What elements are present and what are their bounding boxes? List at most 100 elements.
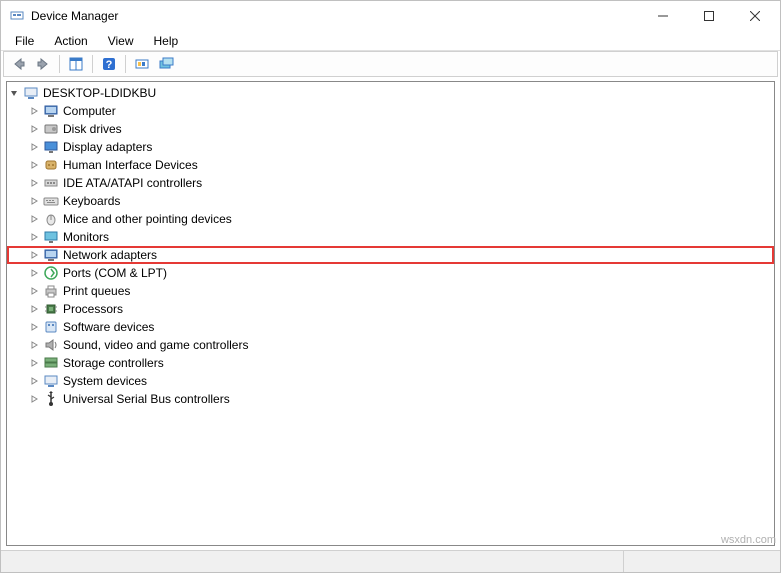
scan-hardware-button[interactable] bbox=[131, 53, 153, 75]
tree-item[interactable]: Display adapters bbox=[7, 138, 774, 156]
tree-item-label: Mice and other pointing devices bbox=[63, 212, 232, 226]
mouse-icon bbox=[43, 211, 59, 227]
chevron-down-icon[interactable] bbox=[7, 86, 21, 100]
tree-item-label: Network adapters bbox=[63, 248, 157, 262]
chevron-right-icon[interactable] bbox=[27, 140, 41, 154]
watermark-text: wsxdn.com bbox=[721, 534, 776, 546]
menu-action[interactable]: Action bbox=[44, 32, 97, 50]
chevron-right-icon[interactable] bbox=[27, 392, 41, 406]
tree-item[interactable]: Storage controllers bbox=[7, 354, 774, 372]
tree-item[interactable]: Mice and other pointing devices bbox=[7, 210, 774, 228]
chevron-right-icon[interactable] bbox=[27, 104, 41, 118]
tree-item-label: Computer bbox=[63, 104, 116, 118]
chevron-right-icon[interactable] bbox=[27, 122, 41, 136]
tree-item-label: Sound, video and game controllers bbox=[63, 338, 248, 352]
status-cell-left bbox=[1, 551, 624, 572]
show-hidden-button[interactable] bbox=[155, 53, 177, 75]
toolbar-separator bbox=[59, 55, 60, 73]
chevron-right-icon[interactable] bbox=[27, 194, 41, 208]
tree-item[interactable]: Network adapters bbox=[7, 246, 774, 264]
tree-item[interactable]: Sound, video and game controllers bbox=[7, 336, 774, 354]
network-icon bbox=[43, 247, 59, 263]
system-icon bbox=[43, 373, 59, 389]
chevron-right-icon[interactable] bbox=[27, 374, 41, 388]
svg-text:?: ? bbox=[106, 59, 113, 71]
chevron-right-icon[interactable] bbox=[27, 212, 41, 226]
minimize-button[interactable] bbox=[640, 1, 686, 31]
cpu-icon bbox=[43, 301, 59, 317]
display-icon bbox=[43, 139, 59, 155]
help-button[interactable]: ? bbox=[98, 53, 120, 75]
menu-help[interactable]: Help bbox=[144, 32, 189, 50]
chevron-right-icon[interactable] bbox=[27, 248, 41, 262]
window-title: Device Manager bbox=[31, 9, 640, 23]
ide-icon bbox=[43, 175, 59, 191]
sound-icon bbox=[43, 337, 59, 353]
disk-icon bbox=[43, 121, 59, 137]
software-icon bbox=[43, 319, 59, 335]
chevron-right-icon[interactable] bbox=[27, 158, 41, 172]
menu-view[interactable]: View bbox=[98, 32, 144, 50]
tree-item-label: Disk drives bbox=[63, 122, 122, 136]
tree-item-label: Display adapters bbox=[63, 140, 152, 154]
tree-item[interactable]: Disk drives bbox=[7, 120, 774, 138]
toolbar-separator bbox=[125, 55, 126, 73]
chevron-right-icon[interactable] bbox=[27, 176, 41, 190]
tree-item-label: Keyboards bbox=[63, 194, 120, 208]
device-tree[interactable]: DESKTOP-LDIDKBU Computer Disk drives Displ… bbox=[6, 81, 775, 546]
chevron-right-icon[interactable] bbox=[27, 356, 41, 370]
back-button[interactable] bbox=[8, 53, 30, 75]
tree-item-label: Processors bbox=[63, 302, 123, 316]
hid-icon bbox=[43, 157, 59, 173]
tree-item-label: Ports (COM & LPT) bbox=[63, 266, 167, 280]
tree-item[interactable]: Ports (COM & LPT) bbox=[7, 264, 774, 282]
maximize-button[interactable] bbox=[686, 1, 732, 31]
device-manager-icon bbox=[9, 8, 25, 24]
close-button[interactable] bbox=[732, 1, 778, 31]
printer-icon bbox=[43, 283, 59, 299]
tree-root[interactable]: DESKTOP-LDIDKBU bbox=[7, 84, 774, 102]
monitor-icon bbox=[43, 229, 59, 245]
tree-item[interactable]: System devices bbox=[7, 372, 774, 390]
tree-item[interactable]: Keyboards bbox=[7, 192, 774, 210]
tree-item-label: Print queues bbox=[63, 284, 130, 298]
usb-icon bbox=[43, 391, 59, 407]
toolbar: ? bbox=[3, 51, 778, 77]
tree-item[interactable]: Universal Serial Bus controllers bbox=[7, 390, 774, 408]
status-cell-right bbox=[624, 551, 780, 572]
tree-item[interactable]: Processors bbox=[7, 300, 774, 318]
statusbar bbox=[1, 550, 780, 572]
tree-item-label: Human Interface Devices bbox=[63, 158, 198, 172]
properties-panel-button[interactable] bbox=[65, 53, 87, 75]
window-controls bbox=[640, 1, 778, 31]
tree-item[interactable]: Computer bbox=[7, 102, 774, 120]
menu-file[interactable]: File bbox=[5, 32, 44, 50]
tree-root-label: DESKTOP-LDIDKBU bbox=[43, 86, 156, 100]
chevron-right-icon[interactable] bbox=[27, 320, 41, 334]
chevron-right-icon[interactable] bbox=[27, 284, 41, 298]
tree-item-label: IDE ATA/ATAPI controllers bbox=[63, 176, 202, 190]
storage-icon bbox=[43, 355, 59, 371]
chevron-right-icon[interactable] bbox=[27, 338, 41, 352]
forward-button[interactable] bbox=[32, 53, 54, 75]
titlebar: Device Manager bbox=[1, 1, 780, 31]
tree-item-label: Storage controllers bbox=[63, 356, 164, 370]
tree-item-label: Monitors bbox=[63, 230, 109, 244]
tree-item[interactable]: Software devices bbox=[7, 318, 774, 336]
computer-icon bbox=[43, 103, 59, 119]
tree-item-label: Software devices bbox=[63, 320, 154, 334]
tree-item[interactable]: Human Interface Devices bbox=[7, 156, 774, 174]
menubar: File Action View Help bbox=[1, 31, 780, 51]
desktop-icon bbox=[23, 85, 39, 101]
tree-item[interactable]: IDE ATA/ATAPI controllers bbox=[7, 174, 774, 192]
tree-item-label: Universal Serial Bus controllers bbox=[63, 392, 230, 406]
keyboard-icon bbox=[43, 193, 59, 209]
tree-item[interactable]: Monitors bbox=[7, 228, 774, 246]
chevron-right-icon[interactable] bbox=[27, 266, 41, 280]
toolbar-separator bbox=[92, 55, 93, 73]
tree-item-label: System devices bbox=[63, 374, 147, 388]
chevron-right-icon[interactable] bbox=[27, 230, 41, 244]
ports-icon bbox=[43, 265, 59, 281]
chevron-right-icon[interactable] bbox=[27, 302, 41, 316]
tree-item[interactable]: Print queues bbox=[7, 282, 774, 300]
